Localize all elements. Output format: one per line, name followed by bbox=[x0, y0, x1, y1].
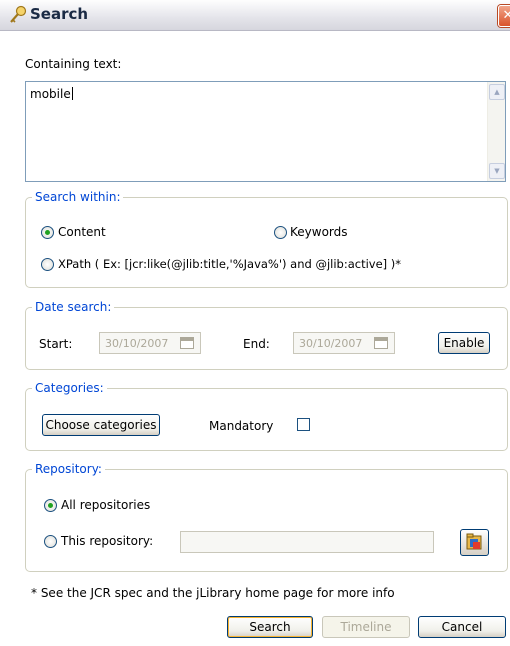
this-repository-label: This repository: bbox=[61, 534, 154, 548]
content-radio[interactable] bbox=[41, 226, 54, 239]
content-radio-label: Content bbox=[58, 225, 106, 239]
search-button[interactable]: Search bbox=[227, 616, 313, 638]
repository-input[interactable] bbox=[180, 531, 434, 553]
cancel-button[interactable]: Cancel bbox=[418, 616, 506, 638]
categories-legend: Categories: bbox=[35, 381, 104, 395]
containing-text-input[interactable]: mobile ▲ ▼ bbox=[25, 81, 506, 182]
repository-group: Repository: bbox=[25, 462, 508, 572]
end-label: End: bbox=[243, 337, 270, 351]
end-date-field[interactable]: 30/10/2007 bbox=[293, 332, 395, 354]
enable-button[interactable]: Enable bbox=[438, 332, 490, 354]
mandatory-label: Mandatory bbox=[209, 419, 274, 433]
repository-legend: Repository: bbox=[35, 462, 102, 476]
xpath-radio[interactable] bbox=[41, 258, 54, 271]
close-button[interactable]: ✕ bbox=[498, 5, 510, 27]
start-date-value: 30/10/2007 bbox=[105, 337, 169, 350]
timeline-button[interactable]: Timeline bbox=[322, 616, 410, 638]
calendar-icon[interactable] bbox=[374, 337, 388, 349]
date-search-legend: Date search: bbox=[35, 300, 112, 314]
key-magnifier-icon bbox=[10, 5, 27, 23]
text-scrollbar[interactable]: ▲ ▼ bbox=[487, 82, 505, 181]
close-icon: ✕ bbox=[502, 8, 510, 23]
search-within-group: Search within: bbox=[25, 190, 508, 288]
window-title: Search bbox=[30, 5, 89, 23]
start-label: Start: bbox=[39, 337, 73, 351]
text-caret bbox=[71, 87, 73, 100]
containing-text-label: Containing text: bbox=[25, 57, 122, 71]
keywords-radio-label: Keywords bbox=[290, 225, 348, 239]
this-repository-radio[interactable] bbox=[44, 535, 57, 548]
calendar-icon[interactable] bbox=[180, 337, 194, 349]
all-repositories-radio[interactable] bbox=[44, 499, 57, 512]
scroll-up-icon[interactable]: ▲ bbox=[489, 84, 505, 100]
mandatory-checkbox[interactable] bbox=[297, 418, 310, 431]
choose-categories-button[interactable]: Choose categories bbox=[42, 414, 160, 436]
keywords-radio[interactable] bbox=[274, 226, 287, 239]
xpath-radio-label: XPath ( Ex: [jcr:like(@jlib:title,'%Java… bbox=[58, 257, 402, 271]
repository-folder-icon bbox=[466, 533, 482, 550]
start-date-field[interactable]: 30/10/2007 bbox=[99, 332, 201, 354]
all-repositories-label: All repositories bbox=[61, 498, 151, 512]
search-within-legend: Search within: bbox=[35, 190, 121, 204]
footnote-text: * See the JCR spec and the jLibrary home… bbox=[31, 586, 395, 600]
containing-text-value-wrap: mobile bbox=[30, 87, 73, 101]
containing-text-value: mobile bbox=[30, 87, 71, 101]
end-date-value: 30/10/2007 bbox=[299, 337, 363, 350]
title-bar: Search ✕ bbox=[0, 0, 510, 31]
browse-repository-button[interactable] bbox=[460, 529, 489, 556]
date-search-group: Date search: bbox=[25, 300, 508, 370]
scroll-down-icon[interactable]: ▼ bbox=[489, 163, 505, 179]
